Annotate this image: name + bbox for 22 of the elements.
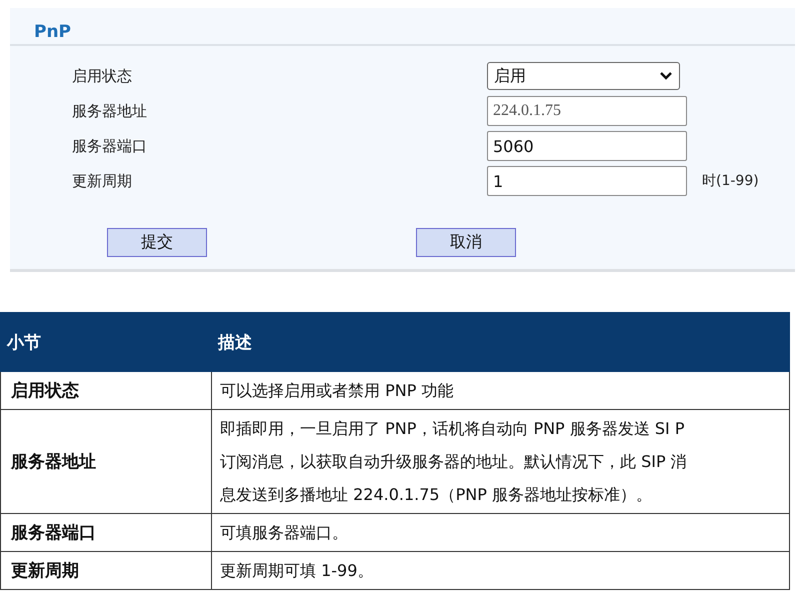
field-label: 服务器端口 — [72, 136, 148, 156]
cancel-button[interactable]: 取消 — [416, 228, 516, 257]
input-field[interactable]: 5060 — [487, 131, 687, 161]
submit-button[interactable]: 提交 — [107, 228, 207, 257]
field-label: 更新周期 — [72, 172, 133, 190]
table-cell: 可填服务器端口。 — [212, 514, 790, 552]
column-header: 小节 — [0, 312, 212, 372]
table-cell: 启用状态 — [0, 372, 212, 410]
table-cell: 服务器地址 — [0, 410, 212, 514]
column-header: 描述 — [212, 312, 790, 372]
panel-title: PnP — [10, 8, 795, 46]
input-field[interactable]: 1 — [487, 166, 687, 196]
field-label: 服务器地址 — [72, 102, 148, 120]
table-cell: 更新周期可填 1-99。 — [212, 552, 790, 590]
table-cell: 即插即用，一旦启用了 PNP，话机将自动向 PNP 服务器发送 SI P 订阅消息，以获取自动升级服务器的地址。默认情况下，此 SIP 消 息发送到多播地址 224.0.1.75（PNP 服务器地址按标准）。 — [212, 410, 790, 514]
unit-label: 时(1-99) — [702, 172, 759, 190]
field-label: 启用状态 — [72, 66, 133, 86]
table-cell: 服务器端口 — [0, 514, 212, 552]
chevron-down-icon — [659, 71, 673, 81]
select-field[interactable]: 启用 — [487, 62, 680, 90]
table-cell: 更新周期 — [0, 552, 212, 590]
table-cell: 可以选择启用或者禁用 PNP 功能 — [212, 372, 790, 410]
